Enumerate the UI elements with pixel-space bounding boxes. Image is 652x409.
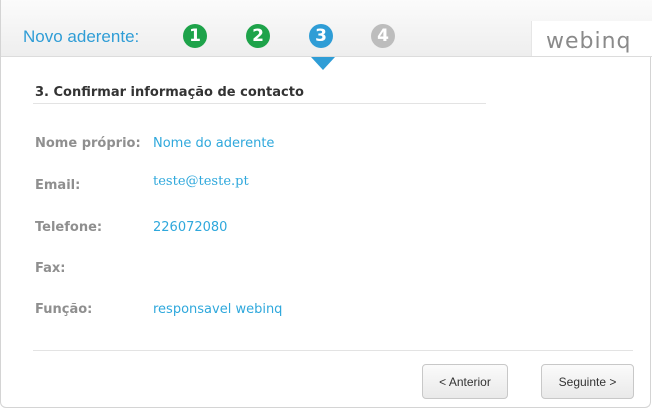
wizard-card: Novo aderente: 1 2 3 4 webinq 3. Confirm… — [0, 0, 652, 408]
step-1-indicator[interactable]: 1 — [183, 24, 207, 48]
footer-divider — [33, 350, 633, 351]
logo-text: webinq — [546, 29, 632, 54]
role-label: Função: — [35, 302, 93, 317]
phone-value: 226072080 — [153, 220, 228, 235]
active-step-pointer-icon — [311, 57, 335, 70]
webinq-logo: webinq — [531, 21, 652, 56]
name-label: Nome próprio: — [35, 136, 141, 151]
wizard-header: Novo aderente: 1 2 3 4 webinq — [1, 0, 652, 57]
section-title: 3. Confirmar informação de contacto — [35, 85, 304, 100]
name-value: Nome do aderente — [153, 136, 275, 151]
step-4-indicator: 4 — [371, 24, 395, 48]
step-2-indicator[interactable]: 2 — [246, 24, 270, 48]
email-label: Email: — [35, 178, 81, 193]
email-value: teste@teste.pt — [153, 174, 249, 189]
step-3-indicator: 3 — [309, 24, 333, 48]
previous-button[interactable]: < Anterior — [422, 364, 508, 399]
wizard-title: Novo aderente: — [23, 27, 140, 46]
role-value: responsavel webinq — [153, 302, 283, 317]
phone-label: Telefone: — [35, 220, 103, 235]
next-button[interactable]: Seguinte > — [541, 364, 634, 399]
section-divider — [33, 103, 486, 104]
fax-label: Fax: — [35, 261, 66, 276]
